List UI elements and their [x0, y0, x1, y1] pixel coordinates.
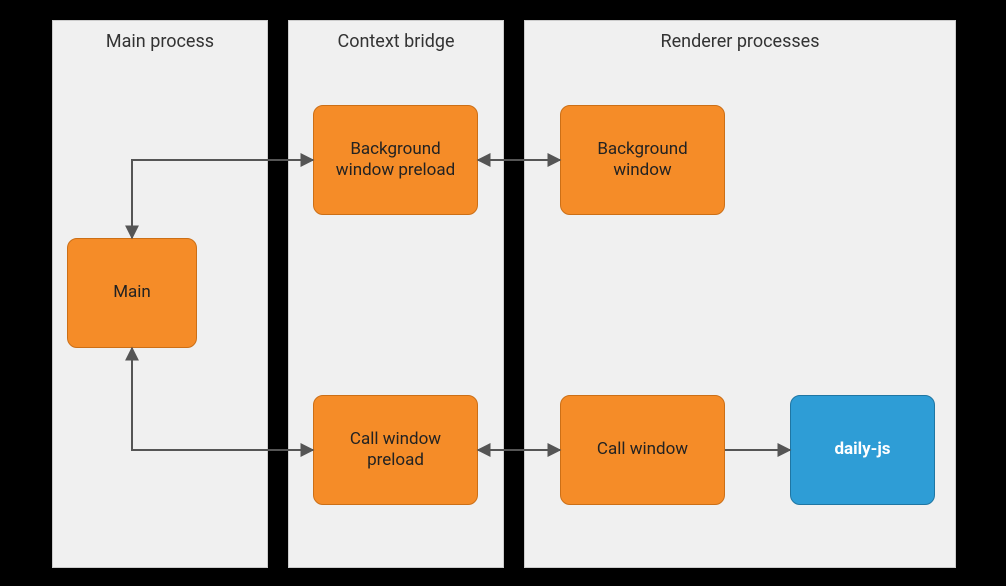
- node-bg-window: Background window: [560, 105, 725, 215]
- panel-title-context-bridge: Context bridge: [289, 31, 503, 52]
- node-bg-preload: Background window preload: [313, 105, 478, 215]
- node-call-preload-label: Call window preload: [324, 429, 467, 472]
- panel-title-renderer-processes: Renderer processes: [525, 31, 955, 52]
- node-main: Main: [67, 238, 197, 348]
- panel-title-main-process: Main process: [53, 31, 267, 52]
- node-bg-window-label: Background window: [571, 139, 714, 182]
- node-bg-preload-label: Background window preload: [324, 139, 467, 182]
- node-call-window-label: Call window: [597, 439, 688, 460]
- node-daily-js-label: daily-js: [834, 439, 890, 460]
- node-call-window: Call window: [560, 395, 725, 505]
- node-call-preload: Call window preload: [313, 395, 478, 505]
- diagram-canvas: Main process Context bridge Renderer pro…: [0, 0, 1006, 586]
- node-daily-js: daily-js: [790, 395, 935, 505]
- node-main-label: Main: [113, 282, 151, 303]
